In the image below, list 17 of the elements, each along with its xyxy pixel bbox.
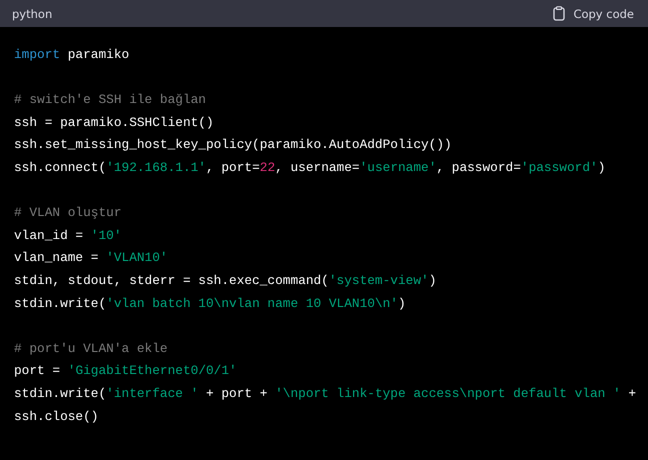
code-line: stdin, stdout, stderr = ssh.exec_command('system-view') xyxy=(14,272,438,290)
code-line: ssh.close() xyxy=(14,408,100,426)
clipboard-icon xyxy=(553,6,566,21)
code-line: port = 'GigabitEthernet0/0/1' xyxy=(14,362,238,380)
code-line: vlan_id = '10' xyxy=(14,226,123,245)
copy-code-button[interactable]: Copy code xyxy=(553,6,634,21)
code-line: import paramiko xyxy=(14,46,130,64)
code-line: # VLAN oluştur xyxy=(14,204,123,222)
language-label: python xyxy=(12,6,52,20)
code-line: vlan_name = 'VLAN10' xyxy=(14,249,169,268)
code-line: # port'u VLAN'a ekle xyxy=(14,340,169,358)
code-line: stdin.write('interface ' + port + '\nport link-type access\nport default vlan ' + xyxy=(14,384,638,403)
code-line: stdin.write('vlan batch 10\nvlan name 10 VLAN10\n') xyxy=(14,294,407,313)
code-line: ssh.set_missing_host_key_policy(paramiko.AutoAddPolicy()) xyxy=(14,136,453,154)
code-line: # switch'e SSH ile bağlan xyxy=(14,91,207,110)
code-line: ssh = paramiko.SSHClient() xyxy=(14,114,215,132)
code-line: ssh.connect('192.168.1.1', port=22, username='username', password='password') xyxy=(14,158,606,177)
